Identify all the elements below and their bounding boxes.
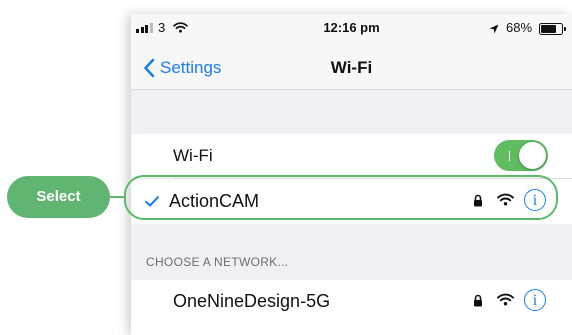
page-title: Wi-Fi xyxy=(330,58,373,77)
phone-screen: 3 12:16 pm 68% Settings Wi-Fi Wi-Fi Acti… xyxy=(131,14,572,335)
section-header: CHOOSE A NETWORK... xyxy=(146,255,289,269)
toggle-knob xyxy=(519,142,546,169)
lock-icon xyxy=(473,194,483,212)
info-icon[interactable]: i xyxy=(524,289,546,311)
wifi-toggle-label: Wi-Fi xyxy=(173,146,213,165)
network-name: OneNineDesign-5G xyxy=(173,291,331,311)
wifi-toggle-row: Wi-Fi xyxy=(131,134,572,178)
lock-icon xyxy=(473,294,483,312)
network-list-item[interactable]: OneNineDesign-5G i xyxy=(131,280,572,335)
wifi-toggle-switch[interactable] xyxy=(494,140,548,171)
checkmark-icon xyxy=(145,194,159,212)
connected-network-name: ActionCAM xyxy=(169,191,260,211)
wifi-icon xyxy=(497,193,514,211)
wifi-icon xyxy=(497,293,514,311)
status-bar: 3 12:16 pm 68% xyxy=(131,14,572,40)
location-arrow-icon xyxy=(489,22,499,37)
battery-icon xyxy=(539,23,566,35)
info-icon[interactable]: i xyxy=(524,189,546,211)
connected-network-row[interactable]: ActionCAM i xyxy=(131,179,572,224)
toggle-on-indicator xyxy=(509,151,510,161)
select-callout-badge: Select xyxy=(7,176,110,218)
callout-connector-line xyxy=(110,196,125,198)
battery-percent: 68% xyxy=(506,20,533,35)
